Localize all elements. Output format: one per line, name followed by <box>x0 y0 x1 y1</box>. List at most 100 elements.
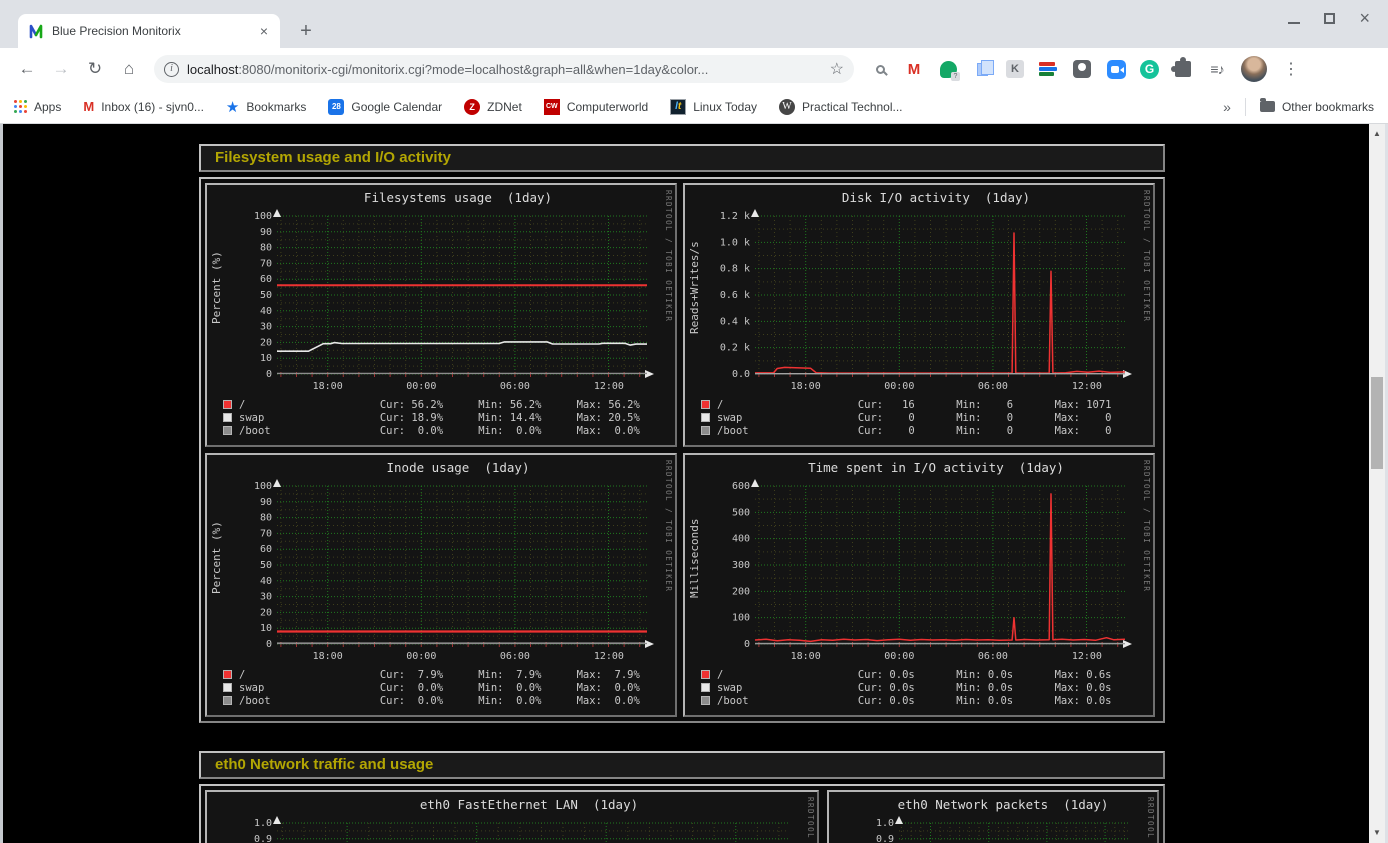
chart-panel-time-io[interactable]: Time spent in I/O activity (1day) Millis… <box>683 453 1155 717</box>
legend-cur: Cur: 0.0% <box>380 695 478 707</box>
voice-badge: ? <box>951 72 960 81</box>
svg-text:500: 500 <box>732 507 750 518</box>
legend-max: Max: 0 <box>1055 412 1153 424</box>
bookmark-star-icon[interactable]: ☆ <box>830 59 844 79</box>
svg-text:50: 50 <box>260 290 272 301</box>
browser-toolbar: ← → ↻ ⌂ i localhost:8080/monitorix-cgi/m… <box>0 48 1388 90</box>
legend-cur: Cur: 0 <box>858 412 956 424</box>
search-extension-icon[interactable] <box>870 59 890 79</box>
chart-plot: 0.00.2 k0.4 k0.6 k0.8 k1.0 k1.2 k18:0000… <box>691 206 1145 396</box>
chart-panel-disk-io[interactable]: Disk I/O activity (1day) Reads+Writes/s … <box>683 183 1155 447</box>
maximize-button[interactable] <box>1324 13 1335 24</box>
url-bar[interactable]: i localhost:8080/monitorix-cgi/monitorix… <box>154 55 854 83</box>
svg-text:0.6 k: 0.6 k <box>720 290 750 301</box>
profile-avatar[interactable] <box>1241 56 1267 82</box>
legend-name: / <box>717 399 858 411</box>
svg-text:100: 100 <box>254 211 272 222</box>
bookmark-inbox[interactable]: MInbox (16) - sjvn0... <box>83 99 204 114</box>
scrollbar[interactable]: ▲ ▼ <box>1369 124 1385 843</box>
divider <box>1245 98 1246 116</box>
svg-text:400: 400 <box>732 534 750 545</box>
books-extension-icon[interactable] <box>1038 59 1058 79</box>
rrdtool-watermark: RRDTOOL / TOBI OETIKER <box>806 797 815 843</box>
bookmark-computerworld[interactable]: CWComputerworld <box>544 99 648 115</box>
svg-text:0.9: 0.9 <box>254 834 272 843</box>
lamp-extension-icon[interactable] <box>1072 59 1092 79</box>
bookmark-zdnet[interactable]: ZZDNet <box>464 99 522 115</box>
tab-close-icon[interactable]: × <box>256 23 272 39</box>
bookmarks-bar: Apps MInbox (16) - sjvn0... ★Bookmarks 2… <box>0 90 1388 124</box>
browser-tab[interactable]: Blue Precision Monitorix × <box>18 14 280 48</box>
bookmark-label: Apps <box>34 100 61 114</box>
grammarly-extension-icon[interactable]: G <box>1140 60 1159 79</box>
scrollbar-thumb[interactable] <box>1371 377 1383 469</box>
page-content: Filesystem usage and I/O activity Filesy… <box>0 124 1388 843</box>
svg-text:40: 40 <box>260 306 272 317</box>
chart-panel-eth0-lan[interactable]: eth0 FastEthernet LAN (1day) bits/s 0.00… <box>205 790 819 843</box>
lamp-icon <box>1073 60 1091 78</box>
back-icon[interactable]: ← <box>12 54 42 84</box>
section-header-network: eth0 Network traffic and usage <box>199 751 1165 779</box>
svg-text:00:00: 00:00 <box>406 651 436 662</box>
svg-text:18:00: 18:00 <box>791 381 821 392</box>
bookmark-linux-today[interactable]: ltLinux Today <box>670 99 757 115</box>
scroll-up-icon[interactable]: ▲ <box>1369 126 1385 142</box>
chart-panel-filesystems-usage[interactable]: Filesystems usage (1day) Percent (%) 010… <box>205 183 677 447</box>
legend-cur: Cur: 0.0% <box>380 425 478 437</box>
video-camera-icon <box>1107 60 1126 79</box>
svg-text:10: 10 <box>260 623 272 634</box>
legend-max: Max: 0 <box>1055 425 1153 437</box>
reload-icon[interactable]: ↻ <box>80 54 110 84</box>
bookmark-practical-technology[interactable]: WPractical Technol... <box>779 99 903 115</box>
star-icon: ★ <box>226 98 239 116</box>
actor-extension-icon[interactable]: K <box>1006 60 1024 78</box>
rrdtool-watermark: RRDTOOL / TOBI OETIKER <box>1142 460 1151 592</box>
svg-text:1.0: 1.0 <box>254 818 272 829</box>
legend-min: Min: 0.0s <box>956 682 1054 694</box>
legend-max: Max: 0.0% <box>577 682 675 694</box>
y-axis-label: Percent (%) <box>210 483 223 633</box>
zoom-extension-icon[interactable] <box>1106 59 1126 79</box>
gmail-extension-icon[interactable]: M <box>904 59 924 79</box>
new-tab-button[interactable]: + <box>292 18 320 46</box>
svg-text:90: 90 <box>260 497 272 508</box>
chart-panel-inode-usage[interactable]: Inode usage (1day) Percent (%) 010203040… <box>205 453 677 717</box>
svg-text:40: 40 <box>260 576 272 587</box>
legend-cur: Cur: 0.0% <box>380 682 478 694</box>
svg-text:12:00: 12:00 <box>1072 381 1102 392</box>
svg-text:12:00: 12:00 <box>594 651 624 662</box>
svg-text:06:00: 06:00 <box>978 381 1008 392</box>
legend-row: swapCur: 18.9%Min: 14.4%Max: 20.5% <box>223 411 675 424</box>
legend-cur: Cur: 0.0s <box>858 682 956 694</box>
extensions-puzzle-icon[interactable] <box>1173 59 1193 79</box>
close-button[interactable]: × <box>1359 12 1370 24</box>
bookmark-google-calendar[interactable]: 28Google Calendar <box>328 99 442 115</box>
legend-swatch <box>701 683 710 692</box>
bookmarks-overflow-chevron[interactable]: » <box>1223 99 1231 115</box>
computerworld-icon: CW <box>544 99 560 115</box>
other-bookmarks[interactable]: Other bookmarks <box>1260 100 1374 114</box>
page-info-icon[interactable]: i <box>164 62 179 77</box>
url-text[interactable]: localhost:8080/monitorix-cgi/monitorix.c… <box>187 62 824 77</box>
home-icon[interactable]: ⌂ <box>114 54 144 84</box>
legend-min: Min: 14.4% <box>478 412 576 424</box>
scroll-down-icon[interactable]: ▼ <box>1369 825 1385 841</box>
chart-panel-eth0-packets[interactable]: eth0 Network packets (1day) Packets/s 0.… <box>827 790 1159 843</box>
legend-row: swapCur: 0Min: 0Max: 0 <box>701 411 1153 424</box>
bookmark-apps[interactable]: Apps <box>14 100 61 114</box>
legend-row: /Cur: 0.0sMin: 0.0sMax: 0.6s <box>701 668 1153 681</box>
playlist-icon[interactable]: ≡♪ <box>1207 59 1227 79</box>
other-bookmarks-label: Other bookmarks <box>1282 100 1374 114</box>
voice-extension-icon[interactable]: ? <box>938 59 958 79</box>
gmail-icon: M <box>83 99 94 114</box>
forward-icon[interactable]: → <box>46 54 76 84</box>
bookmark-label: Google Calendar <box>351 100 442 114</box>
rrdtool-watermark: RRDTOOL / TOBI OETIKER <box>664 190 673 322</box>
bookmark-bookmarks[interactable]: ★Bookmarks <box>226 98 306 116</box>
copy-extension-icon[interactable] <box>972 59 992 79</box>
chrome-menu-icon[interactable]: ⋮ <box>1281 59 1301 79</box>
legend-swatch <box>223 696 232 705</box>
svg-text:0.9: 0.9 <box>876 834 894 843</box>
minimize-button[interactable] <box>1288 12 1300 24</box>
linux-today-icon: lt <box>670 99 686 115</box>
